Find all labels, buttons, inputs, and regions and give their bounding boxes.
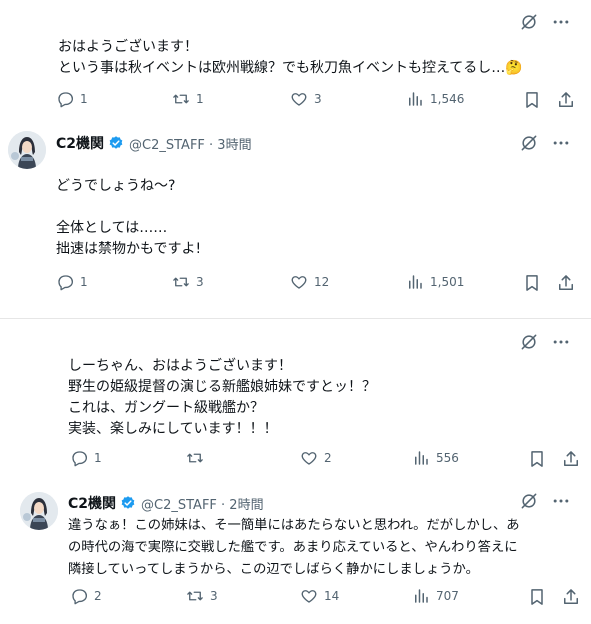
share-icon[interactable] [556,273,576,293]
retweet-count: 3 [196,275,204,289]
like-icon [300,449,318,467]
grok-icon[interactable] [519,332,539,352]
view-count: 707 [436,589,459,603]
reply2-top-actions [519,491,571,511]
views-icon [412,449,430,467]
user-handle[interactable]: @C2_STAFF · 3時間 [129,134,252,153]
reply1-actions: 1 3 12 1,501 [56,273,576,291]
avatar[interactable] [20,492,58,530]
reply-icon [56,273,74,291]
like-count: 3 [314,92,322,106]
tweet2-right-actions [527,449,581,469]
verified-icon [108,135,124,151]
reply1-text: どうでしょうね〜? 全体としては…… 拙速は禁物かもですよ! [56,178,202,257]
grok-icon[interactable] [519,491,539,511]
like-button[interactable]: 3 [290,90,406,108]
reply-count: 1 [80,92,88,106]
views-button[interactable]: 707 [412,587,512,605]
retweet-icon [186,587,204,605]
like-count: 14 [324,589,340,603]
reply-button[interactable]: 2 [70,587,186,605]
user-name[interactable]: C2機関 [56,133,104,153]
views-icon [406,273,424,291]
reply-button[interactable]: 1 [56,273,172,291]
bookmark-icon[interactable] [522,273,542,293]
bookmark-icon[interactable] [527,449,547,469]
grok-icon[interactable] [519,12,539,32]
view-count: 1,501 [430,275,465,289]
reply1-top-actions [519,133,571,153]
retweet-count: 1 [196,92,204,106]
view-count: 1,546 [430,92,465,106]
user-handle[interactable]: @C2_STAFF · 2時間 [141,494,264,513]
retweet-button[interactable]: 1 [172,90,290,108]
user-name[interactable]: C2機関 [68,493,116,513]
views-button[interactable]: 1,546 [406,90,516,108]
retweet-button[interactable]: 3 [172,273,290,291]
like-icon [290,90,308,108]
views-icon [412,587,430,605]
reply-button[interactable]: 1 [56,90,172,108]
retweet-icon [186,449,204,467]
reply-icon [70,587,88,605]
retweet-icon [172,273,190,291]
tweet1-right-actions [522,90,576,110]
more-icon[interactable] [551,12,571,32]
views-button[interactable]: 556 [412,449,512,467]
reply1-header: C2機関 @C2_STAFF · 3時間 [56,133,252,153]
bookmark-icon[interactable] [522,90,542,110]
reply2-header: C2機関 @C2_STAFF · 2時間 [68,493,264,513]
tweet-card-1: おはようございます！ という事は秋イベントは欧州戦線？でも秋刀魚イベントも控えて… [0,0,591,318]
share-icon[interactable] [556,90,576,110]
reply-icon [56,90,74,108]
more-icon[interactable] [551,133,571,153]
reply-count: 1 [94,451,102,465]
like-count: 2 [324,451,332,465]
tweet2-text: しーちゃん、おはようございます！ 野生の姫級提督の演じる新艦娘姉妹ですとッ！？ … [68,358,376,437]
reply-count: 2 [94,589,102,603]
retweet-button[interactable]: 3 [186,587,300,605]
more-icon[interactable] [551,332,571,352]
like-button[interactable]: 2 [300,449,412,467]
tweet1-top-actions [519,12,571,32]
avatar[interactable] [8,131,46,169]
views-button[interactable]: 1,501 [406,273,516,291]
share-icon[interactable] [561,587,581,607]
like-count: 12 [314,275,330,289]
tweet1-text: おはようございます！ という事は秋イベントは欧州戦線？でも秋刀魚イベントも控えて… [58,39,523,76]
tweet2-top-actions [519,332,571,352]
tweet2-actions: 1 2 556 [70,449,540,467]
grok-icon[interactable] [519,133,539,153]
views-icon [406,90,424,108]
reply-button[interactable]: 1 [70,449,186,467]
verified-icon [120,495,136,511]
bookmark-icon[interactable] [527,587,547,607]
more-icon[interactable] [551,491,571,511]
reply-count: 1 [80,275,88,289]
reply2-text: 違うなぁ！この姉妹は、そ一簡単にはあたらないと思われ。だがしかし、あ の時代の海… [68,518,520,577]
reply-icon [70,449,88,467]
share-icon[interactable] [561,449,581,469]
retweet-count: 3 [210,589,218,603]
like-button[interactable]: 14 [300,587,412,605]
like-icon [300,587,318,605]
reply1-right-actions [522,273,576,293]
reply2-actions: 2 3 14 707 [70,587,540,605]
retweet-icon [172,90,190,108]
like-button[interactable]: 12 [290,273,406,291]
reply2-right-actions [527,587,581,607]
retweet-button[interactable] [186,449,300,467]
tweet-card-2: しーちゃん、おはようございます！ 野生の姫級提督の演じる新艦娘姉妹ですとッ！？ … [0,318,591,624]
view-count: 556 [436,451,459,465]
like-icon [290,273,308,291]
tweet1-actions: 1 1 3 1,546 [56,90,576,108]
